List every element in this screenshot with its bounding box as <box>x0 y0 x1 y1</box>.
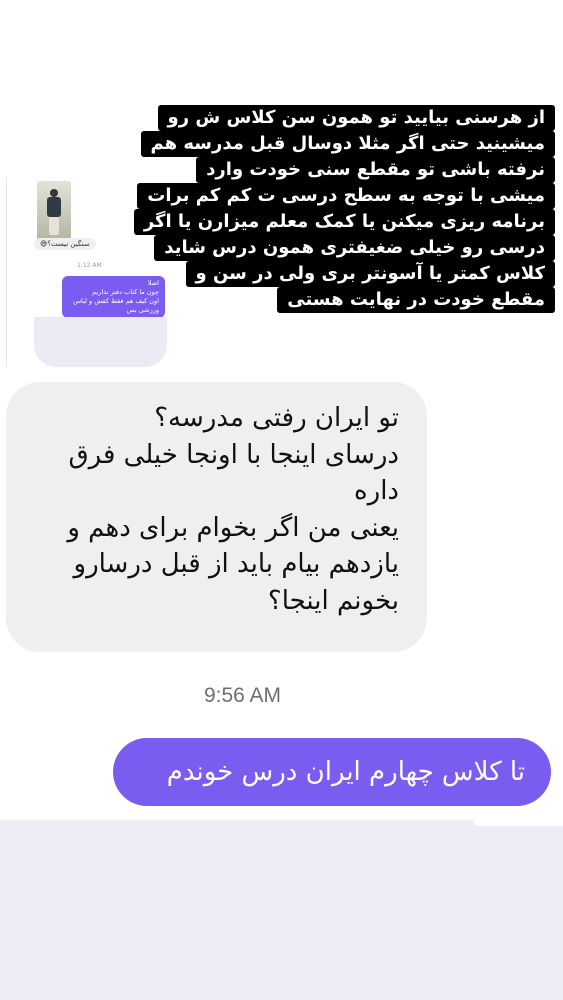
person-figure-head <box>50 189 58 197</box>
message-line: یعنی من اگر بخوام برای دهم و <box>67 512 399 543</box>
embedded-outgoing-line: اصلا <box>147 279 159 287</box>
incoming-message-bubble[interactable]: تو ایران رفتی مدرسه؟ درسای اینجا با اونج… <box>6 382 427 652</box>
embedded-incoming-message: سنگین نیست؟😅 <box>34 238 96 250</box>
message-line: یازدهم بیام باید از قبل درسارو <box>73 549 399 579</box>
embedded-timestamp: 1:12 AM <box>77 262 102 269</box>
embedded-outgoing-line: اون کیف هم فقط کفش و لباس <box>73 297 159 305</box>
embedded-outgoing-line: چون ما کتاب دفتر نداریم <box>92 288 159 296</box>
embedded-input-area <box>34 317 167 367</box>
caption-line: از هرسنی بیایید تو همون سن کلاس ش رو <box>157 105 555 131</box>
caption-line: میشی با توجه به سطح درسی ت کم کم برات <box>137 183 555 209</box>
message-timestamp: 9:56 AM <box>203 684 282 707</box>
photo-thumbnail <box>37 181 71 241</box>
embedded-outgoing-line: ورزشی بس <box>126 306 159 314</box>
caption-line: میشینید حتی اگر مثلا دوسال قبل مدرسه هم <box>140 131 555 157</box>
message-line: بخونم اینجا؟ <box>267 585 399 616</box>
embedded-outgoing-message: اصلا چون ما کتاب دفتر نداریم اون کیف هم … <box>62 276 165 318</box>
caption-line: درسی رو خیلی ضغیفتری همون درس شاید <box>154 235 555 261</box>
message-text: تا کلاس چهارم ایران درس خوندم <box>166 757 525 787</box>
caption-line: کلاس کمتر یا آسونتر بری ولی در سن و <box>185 261 555 287</box>
outgoing-message-bubble[interactable]: تا کلاس چهارم ایران درس خوندم <box>113 738 551 806</box>
composer-area <box>0 820 563 1000</box>
person-figure-body <box>47 197 61 217</box>
caption-line: نرفته باشی تو مقطع سنی خودت وارد <box>196 157 555 183</box>
message-line: تو ایران رفتی مدرسه؟ <box>154 403 399 433</box>
caption-overlay: از هرسنی بیایید تو همون سن کلاس ش رو میش… <box>133 105 555 317</box>
divider <box>6 177 7 367</box>
divider <box>473 820 563 826</box>
message-line: داره <box>354 476 399 506</box>
message-line: درسای اینجا با اونجا خیلی فرق <box>68 439 399 470</box>
person-figure-legs <box>49 217 59 235</box>
caption-line: برنامه ریزی میکنن یا کمک معلم میزارن یا … <box>133 209 555 235</box>
caption-line: مقطع خودت در نهایت هستی <box>277 287 555 313</box>
